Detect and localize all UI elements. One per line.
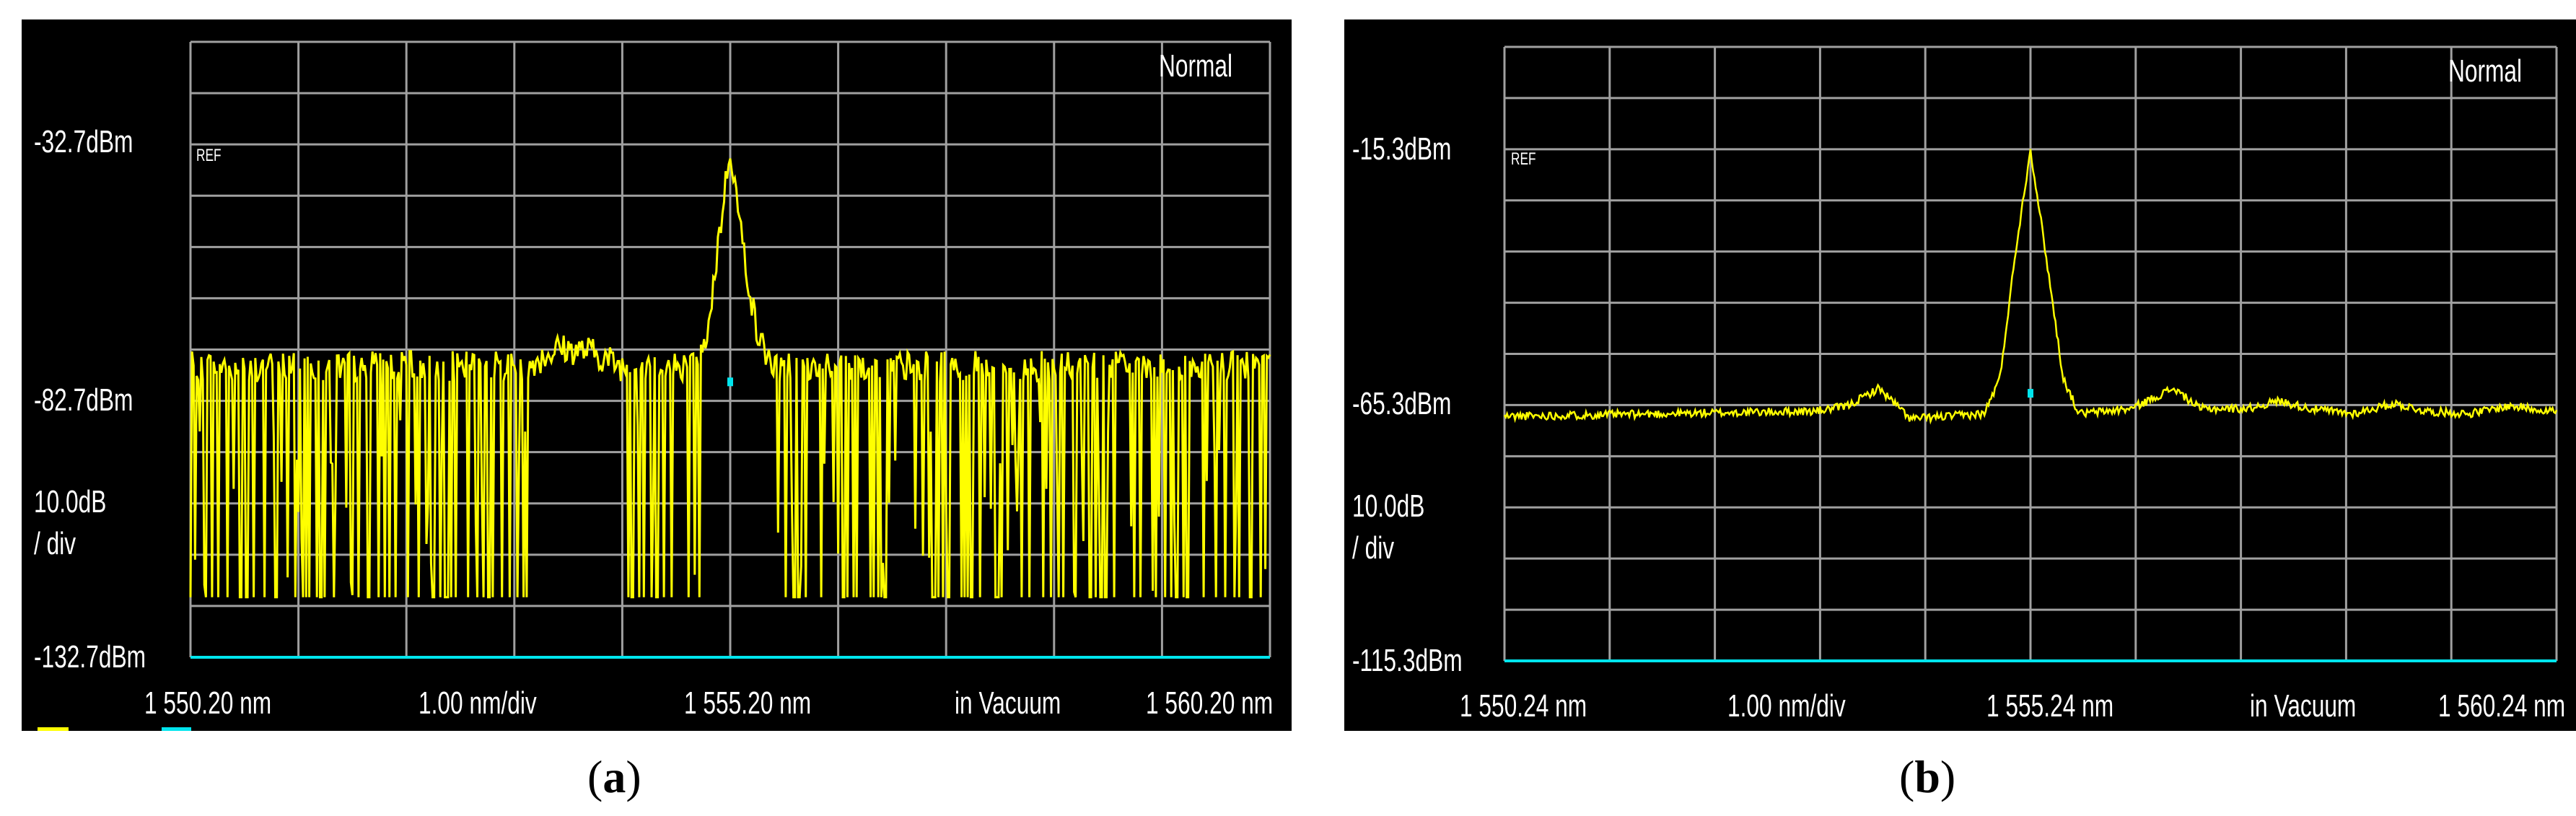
marker-point: [2028, 389, 2033, 398]
x-center-a: 1 555.20 nm: [684, 685, 812, 721]
plot-area-b: [1503, 45, 2558, 662]
caption-a: (a): [587, 751, 641, 802]
ref-marker-b: REF: [1511, 149, 1536, 169]
mode-label-b: Normal: [2448, 53, 2523, 89]
scale-unit-a: / div: [34, 526, 76, 561]
x-center-b: 1 555.24 nm: [1986, 688, 2114, 724]
caption-b: (b): [1899, 751, 1956, 802]
trace-indicator-cyan: [162, 727, 191, 731]
plot-area-a: [189, 40, 1271, 659]
scale-b: 10.0dB: [1352, 488, 1425, 524]
ref-level-b: -15.3dBm: [1352, 131, 1452, 167]
bottom-level-a: -132.7dBm: [34, 639, 146, 675]
mid-level-b: -65.3dBm: [1352, 386, 1452, 421]
x-div-a: 1.00 nm/div: [419, 685, 537, 721]
scale-unit-b: / div: [1352, 530, 1395, 566]
mode-label-a: Normal: [1159, 48, 1233, 84]
x-div-b: 1.00 nm/div: [1727, 688, 1846, 724]
ref-marker-a: REF: [196, 146, 222, 165]
medium-a: in Vacuum: [955, 685, 1061, 721]
bottom-level-b: -115.3dBm: [1352, 643, 1463, 678]
x-start-a: 1 550.20 nm: [144, 685, 272, 721]
x-end-b: 1 560.24 nm: [2438, 688, 2566, 724]
marker-point: [727, 377, 733, 387]
scale-a: 10.0dB: [34, 484, 107, 519]
ref-level-a: -32.7dBm: [34, 124, 133, 159]
x-start-b: 1 550.24 nm: [1460, 688, 1587, 724]
trace-indicator-yellow: [38, 727, 69, 731]
mid-level-a: -82.7dBm: [34, 382, 133, 418]
medium-b: in Vacuum: [2250, 688, 2357, 724]
x-end-a: 1 560.20 nm: [1146, 685, 1274, 721]
